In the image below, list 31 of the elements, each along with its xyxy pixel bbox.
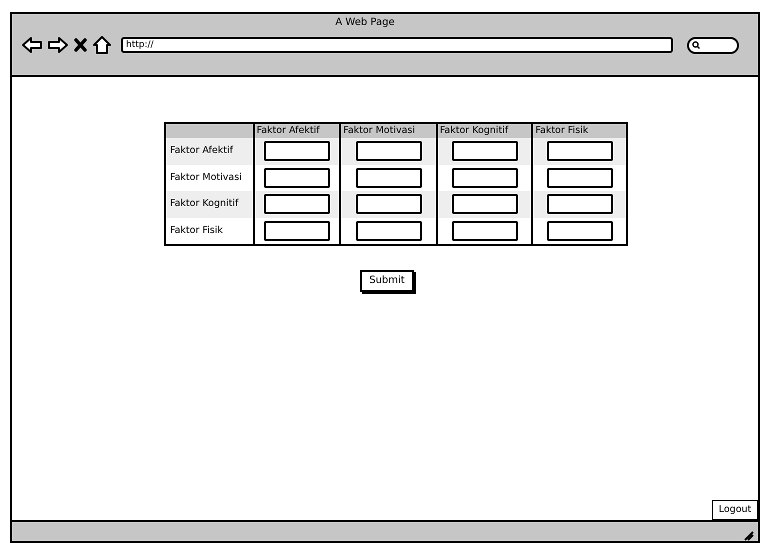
window-title: A Web Page	[335, 18, 395, 28]
input-field[interactable]	[356, 194, 422, 214]
input-field[interactable]	[546, 220, 613, 241]
input-field[interactable]	[546, 194, 613, 214]
input-field[interactable]	[356, 220, 422, 241]
home-icon[interactable]	[93, 36, 111, 54]
input-field[interactable]	[264, 194, 330, 214]
address-field[interactable]: http://	[121, 37, 673, 53]
back-icon[interactable]	[22, 36, 42, 54]
search-field[interactable]	[687, 36, 739, 54]
logout-button[interactable]: Logout	[712, 500, 758, 520]
row-header: Faktor Motivasi	[169, 170, 243, 185]
input-field[interactable]	[452, 141, 518, 162]
row-header: Faktor Fisik	[169, 224, 224, 238]
input-field[interactable]	[452, 194, 518, 214]
input-field[interactable]	[452, 168, 518, 188]
input-field[interactable]	[356, 141, 422, 162]
submit-button[interactable]: Submit	[360, 270, 414, 292]
input-field[interactable]	[452, 220, 518, 241]
row-header: Faktor Afektif	[169, 144, 234, 158]
row-header: Faktor Kognitif	[169, 197, 240, 212]
close-icon[interactable]	[74, 38, 87, 52]
input-field[interactable]	[546, 168, 613, 188]
forward-icon[interactable]	[48, 36, 68, 54]
resize-grip-icon[interactable]	[744, 531, 754, 541]
input-field[interactable]	[264, 220, 330, 241]
input-field[interactable]	[264, 141, 330, 162]
input-field[interactable]	[264, 168, 330, 188]
search-icon	[692, 41, 700, 49]
input-field[interactable]	[546, 141, 613, 162]
input-field[interactable]	[356, 168, 422, 188]
